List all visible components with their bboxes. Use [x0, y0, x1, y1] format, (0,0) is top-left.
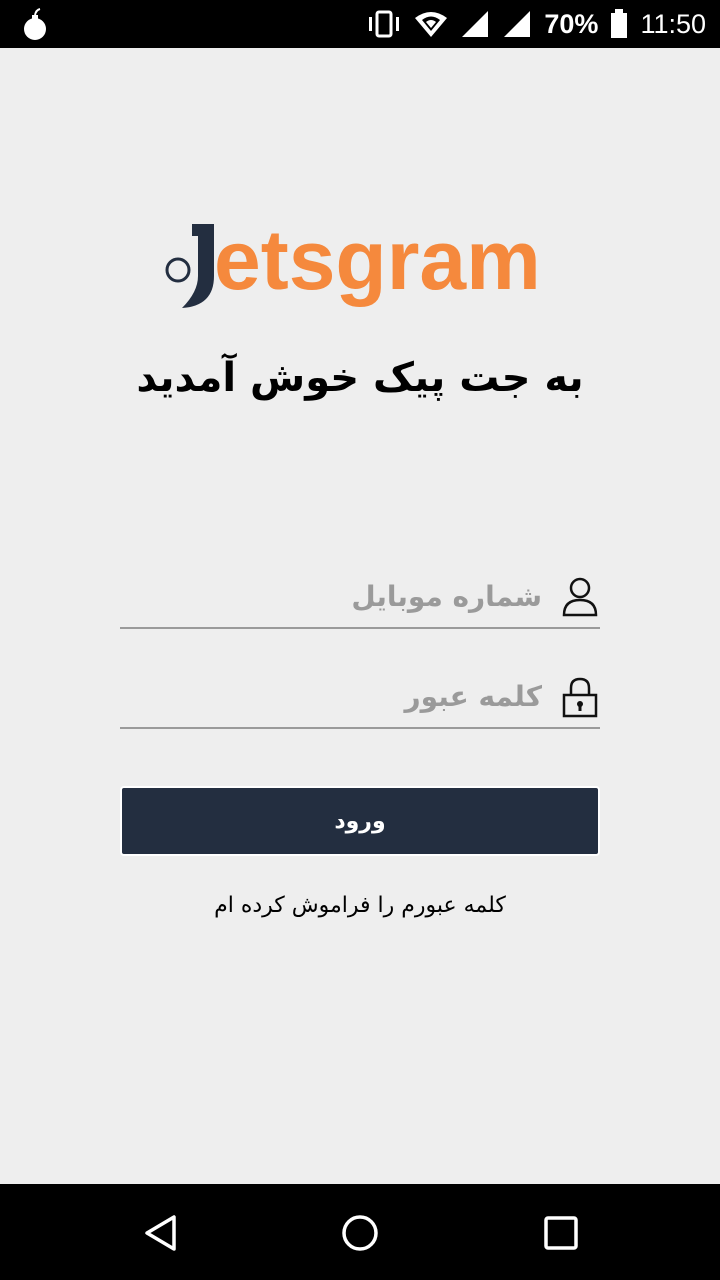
jetsgram-logo: etsgram	[162, 213, 572, 314]
vibrate-icon	[369, 10, 400, 38]
wifi-icon	[415, 12, 448, 37]
password-field[interactable]	[120, 665, 600, 729]
user-icon	[562, 577, 598, 617]
logo-wordmark: etsgram	[214, 213, 541, 307]
bomb-icon	[24, 8, 46, 40]
logo-j-mark	[165, 224, 214, 308]
mobile-input[interactable]	[142, 571, 542, 621]
battery-percentage: 70%	[544, 8, 599, 39]
status-bar: 70% 11:50	[0, 0, 720, 48]
password-input[interactable]	[142, 671, 542, 721]
status-icons: 70% 11:50	[366, 0, 706, 48]
navigation-bar	[0, 1184, 720, 1280]
login-button[interactable]: ورود	[120, 786, 600, 856]
mobile-field[interactable]	[120, 565, 600, 629]
back-icon[interactable]	[140, 1212, 182, 1254]
signal-icon	[462, 11, 489, 37]
welcome-title: به جت پیک خوش آمدید	[136, 355, 584, 401]
recents-icon[interactable]	[540, 1212, 582, 1254]
battery-icon	[611, 9, 628, 38]
signal-icon	[504, 11, 531, 37]
clock: 11:50	[640, 8, 706, 39]
lock-icon	[562, 677, 598, 718]
forgot-password-link[interactable]: کلمه عبورم را فراموش کرده ام	[0, 893, 720, 918]
home-icon[interactable]	[339, 1212, 381, 1254]
